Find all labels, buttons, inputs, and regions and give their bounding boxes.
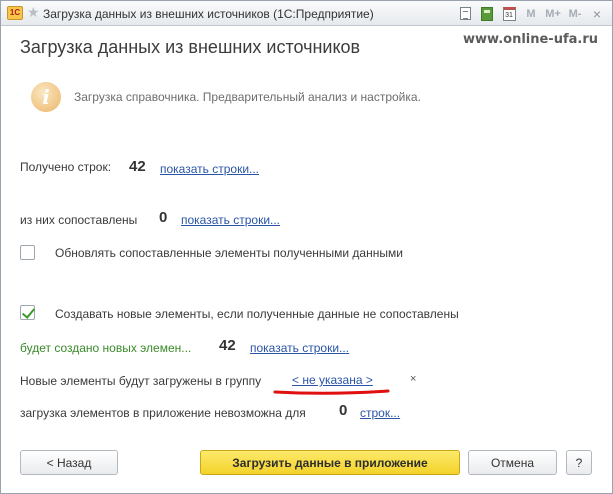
- create-new-label[interactable]: Создавать новые элементы, если полученны…: [55, 307, 459, 321]
- memory-minus-button[interactable]: M-: [566, 5, 584, 22]
- received-rows-count: 42: [129, 158, 146, 175]
- window-title: Загрузка данных из внешних источников (1…: [43, 7, 374, 21]
- window-app-name: (1С:Предприятие): [273, 7, 374, 21]
- cancel-button[interactable]: Отмена: [468, 450, 557, 475]
- new-items-count: 42: [219, 337, 236, 354]
- load-impossible-count: 0: [339, 402, 348, 419]
- clear-group-icon[interactable]: ×: [410, 373, 416, 385]
- show-new-items-link[interactable]: показать строки...: [250, 341, 349, 355]
- info-icon: i: [31, 82, 61, 112]
- info-message: Загрузка справочника. Предварительный ан…: [74, 90, 421, 104]
- title-bar-tools: 31 M M+ M- ×: [452, 5, 606, 22]
- memory-m-button[interactable]: M: [522, 5, 540, 22]
- matched-rows-label: из них сопоставлены: [20, 213, 138, 227]
- show-matched-rows-link[interactable]: показать строки...: [181, 213, 280, 227]
- update-matched-checkbox[interactable]: [20, 245, 35, 260]
- window-title-text: Загрузка данных из внешних источников: [43, 7, 270, 21]
- close-window-button[interactable]: ×: [588, 5, 606, 22]
- matched-rows-count: 0: [159, 209, 168, 226]
- title-bar: 1С ★ Загрузка данных из внешних источник…: [1, 1, 612, 26]
- help-button[interactable]: ?: [566, 450, 592, 475]
- calendar-icon[interactable]: 31: [500, 5, 518, 22]
- load-impossible-label: загрузка элементов в приложение невозмож…: [20, 406, 306, 420]
- target-group-select-link[interactable]: < не указана >: [292, 373, 373, 387]
- show-received-rows-link[interactable]: показать строки...: [160, 162, 259, 176]
- red-annotation-underline: [273, 389, 390, 395]
- favorite-star-icon[interactable]: ★: [27, 4, 40, 21]
- import-window: 1С ★ Загрузка данных из внешних источник…: [0, 0, 613, 494]
- target-group-label: Новые элементы будут загружены в группу: [20, 374, 262, 388]
- memory-plus-button[interactable]: M+: [544, 5, 562, 22]
- create-new-checkbox[interactable]: [20, 305, 35, 320]
- page-title: Загрузка данных из внешних источников: [20, 37, 361, 57]
- received-rows-label: Получено строк:: [20, 160, 112, 174]
- back-button[interactable]: < Назад: [20, 450, 118, 475]
- calculator-icon[interactable]: [478, 5, 496, 22]
- new-items-label: будет создано новых элемен...: [20, 341, 192, 355]
- document-icon[interactable]: [456, 5, 474, 22]
- update-matched-label[interactable]: Обновлять сопоставленные элементы получе…: [55, 246, 403, 260]
- app-logo-icon[interactable]: 1С: [7, 6, 23, 20]
- show-impossible-rows-link[interactable]: строк...: [360, 406, 400, 420]
- site-watermark: www.online-ufa.ru: [463, 32, 598, 47]
- load-data-button[interactable]: Загрузить данные в приложение: [200, 450, 460, 475]
